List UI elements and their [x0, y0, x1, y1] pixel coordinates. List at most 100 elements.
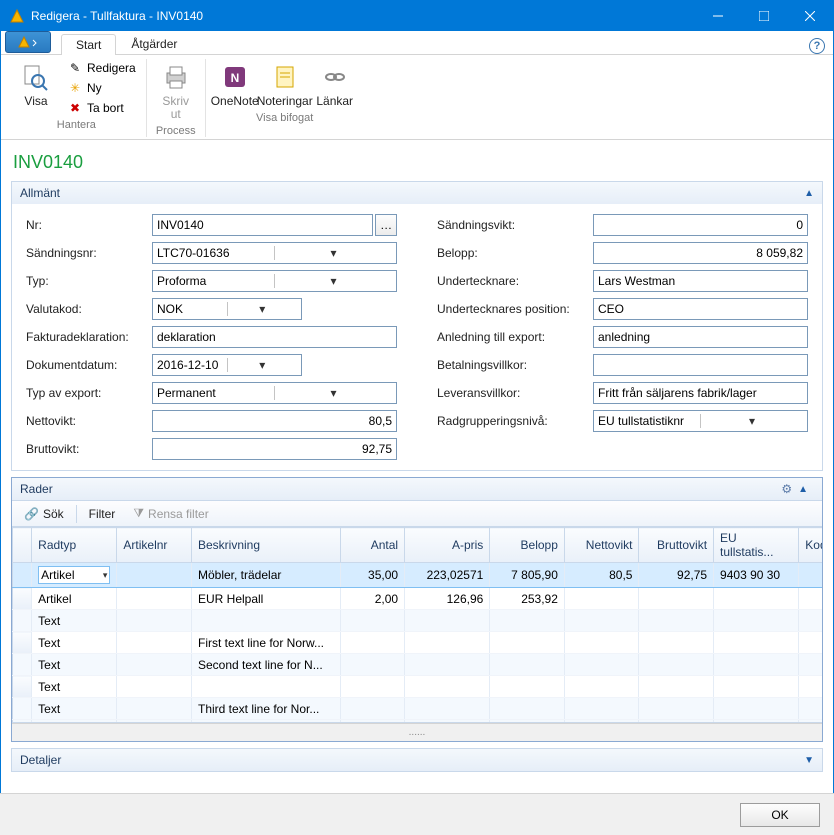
cell-artikelnr[interactable] — [117, 632, 192, 654]
cell-radtyp[interactable]: Text — [32, 632, 117, 654]
panel-header-allmant[interactable]: Allmänt ▲ — [12, 182, 822, 204]
cell-belopp[interactable]: 253,92 — [490, 588, 565, 610]
cell-beskrivning[interactable]: EUR Helpall — [191, 588, 340, 610]
tab-actions[interactable]: Åtgärder — [116, 33, 192, 54]
cell-belopp[interactable] — [490, 698, 565, 720]
cell-kod[interactable] — [799, 698, 822, 720]
table-row[interactable] — [13, 720, 823, 724]
cell-kod[interactable] — [799, 610, 822, 632]
cell-eu[interactable] — [714, 676, 799, 698]
cell-kod[interactable] — [799, 588, 822, 610]
table-row[interactable]: Text Second text line for N... — [13, 654, 823, 676]
filter-button[interactable]: Filter — [81, 504, 124, 524]
noteringar-button[interactable]: Noteringar — [262, 59, 308, 110]
cell-empty[interactable] — [191, 720, 340, 724]
col-kod[interactable]: Kod — [799, 528, 822, 563]
cell-radtyp[interactable]: Text — [32, 610, 117, 632]
cell-apris[interactable] — [405, 698, 490, 720]
cell-radtyp[interactable]: Text — [32, 654, 117, 676]
ok-button[interactable]: OK — [740, 803, 820, 827]
grid-scroll[interactable]: Radtyp Artikelnr Beskrivning Antal A-pri… — [12, 527, 822, 723]
radgrupperingsniva-combo[interactable]: EU tullstatistiknr▾ — [593, 410, 808, 432]
cell-apris[interactable]: 126,96 — [405, 588, 490, 610]
cell-artikelnr[interactable] — [117, 654, 192, 676]
cell-bruttovikt[interactable] — [639, 632, 714, 654]
cell-nettovikt[interactable] — [564, 676, 639, 698]
sok-button[interactable]: 🔗Sök — [16, 504, 72, 524]
rensa-filter-button[interactable]: ⧩Rensa filter — [125, 503, 216, 524]
cell-bruttovikt[interactable]: 92,75 — [639, 563, 714, 588]
cell-antal[interactable] — [341, 676, 405, 698]
fakturadeklaration-input[interactable] — [152, 326, 397, 348]
sandningsnr-combo[interactable]: LTC70-01636▾ — [152, 242, 397, 264]
cell-artikelnr[interactable] — [117, 698, 192, 720]
cell-kod[interactable] — [799, 563, 822, 588]
cell-bruttovikt[interactable] — [639, 698, 714, 720]
valutakod-combo[interactable]: NOK▾ — [152, 298, 302, 320]
cell-nettovikt[interactable] — [564, 588, 639, 610]
cell-kod[interactable] — [799, 654, 822, 676]
row-selector[interactable] — [13, 632, 32, 654]
cell-empty[interactable] — [341, 720, 405, 724]
onenote-button[interactable]: N OneNote — [212, 59, 258, 110]
cell-beskrivning[interactable]: First text line for Norw... — [191, 632, 340, 654]
table-row[interactable]: Artikel▾Möbler, trädelar35,00223,025717 … — [13, 563, 823, 588]
cell-belopp[interactable] — [490, 632, 565, 654]
cell-empty[interactable] — [117, 720, 192, 724]
panel-header-rader[interactable]: Rader ⚙ ▲ — [12, 478, 822, 501]
table-row[interactable]: TextThird text line for Nor... — [13, 698, 823, 720]
col-nettovikt[interactable]: Nettovikt — [564, 528, 639, 563]
cell-antal[interactable] — [341, 610, 405, 632]
cell-empty[interactable] — [405, 720, 490, 724]
cell-empty[interactable] — [564, 720, 639, 724]
cell-beskrivning[interactable]: Third text line for Nor... — [191, 698, 340, 720]
cell-eu[interactable]: 9403 90 30 — [714, 563, 799, 588]
cell-bruttovikt[interactable] — [639, 654, 714, 676]
cell-belopp[interactable] — [490, 676, 565, 698]
cell-bruttovikt[interactable] — [639, 676, 714, 698]
nr-input[interactable] — [152, 214, 373, 236]
cell-beskrivning[interactable] — [191, 610, 340, 632]
skrivut-button[interactable]: Skrivut — [153, 59, 199, 123]
nr-lookup-button[interactable]: … — [375, 214, 397, 236]
col-belopp[interactable]: Belopp — [490, 528, 565, 563]
help-icon[interactable]: ? — [809, 38, 825, 54]
cell-artikelnr[interactable] — [117, 563, 192, 588]
col-beskrivning[interactable]: Beskrivning — [191, 528, 340, 563]
cell-beskrivning[interactable] — [191, 676, 340, 698]
col-bruttovikt[interactable]: Bruttovikt — [639, 528, 714, 563]
cell-antal[interactable] — [341, 654, 405, 676]
cell-apris[interactable]: 223,02571 — [405, 563, 490, 588]
cell-belopp[interactable] — [490, 654, 565, 676]
tab-start[interactable]: Start — [61, 34, 116, 55]
cell-eu[interactable] — [714, 654, 799, 676]
dokumentdatum-combo[interactable]: 2016-12-10▾ — [152, 354, 302, 376]
cell-antal[interactable]: 2,00 — [341, 588, 405, 610]
cell-artikelnr[interactable] — [117, 588, 192, 610]
cell-apris[interactable] — [405, 610, 490, 632]
table-row[interactable]: Text — [13, 610, 823, 632]
lankar-button[interactable]: Länkar — [312, 59, 358, 110]
cell-empty[interactable] — [32, 720, 117, 724]
cell-antal[interactable] — [341, 698, 405, 720]
col-radtyp[interactable]: Radtyp — [32, 528, 117, 563]
close-button[interactable] — [787, 1, 833, 31]
undertecknare-input[interactable] — [593, 270, 808, 292]
cell-nettovikt[interactable] — [564, 698, 639, 720]
cell-bruttovikt[interactable] — [639, 610, 714, 632]
row-selector[interactable] — [13, 588, 32, 610]
cell-nettovikt[interactable] — [564, 654, 639, 676]
cell-apris[interactable] — [405, 676, 490, 698]
col-eu[interactable]: EU tullstatis... — [714, 528, 799, 563]
col-antal[interactable]: Antal — [341, 528, 405, 563]
minimize-button[interactable] — [695, 1, 741, 31]
typ-av-export-combo[interactable]: Permanent▾ — [152, 382, 397, 404]
cell-beskrivning[interactable]: Second text line for N... — [191, 654, 340, 676]
table-row[interactable]: ArtikelEUR Helpall2,00126,96253,92 — [13, 588, 823, 610]
col-apris[interactable]: A-pris — [405, 528, 490, 563]
cell-apris[interactable] — [405, 632, 490, 654]
visa-button[interactable]: Visa — [13, 59, 59, 110]
row-selector[interactable] — [13, 563, 32, 588]
col-artikelnr[interactable]: Artikelnr — [117, 528, 192, 563]
typ-combo[interactable]: Proforma▾ — [152, 270, 397, 292]
